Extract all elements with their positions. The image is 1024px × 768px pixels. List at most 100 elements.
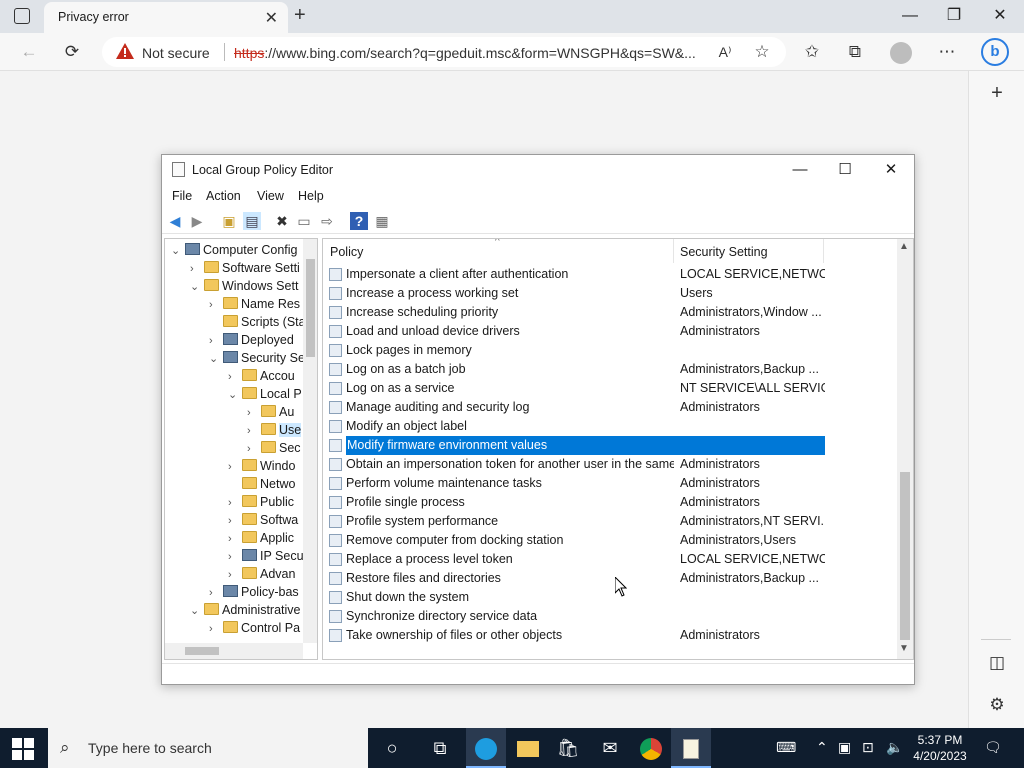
mail-icon[interactable]: ✉ [590, 728, 630, 768]
taskbar-search[interactable]: ⌕ Type here to search [48, 728, 368, 768]
up-folder-icon[interactable]: ▣ [220, 212, 238, 230]
collapse-arrow-icon[interactable]: ⌄ [190, 278, 202, 296]
scroll-up-icon[interactable]: ▲ [899, 241, 909, 252]
collections-icon[interactable]: ⧉ [840, 37, 870, 67]
gpe-minimize-icon[interactable]: — [778, 159, 822, 181]
tree-node[interactable]: › Name Res [209, 295, 300, 313]
gpe-title-bar[interactable]: Local Group Policy Editor — ☐ ✕ [162, 155, 914, 185]
read-aloud-icon[interactable]: A⁾ [710, 37, 740, 67]
policy-row[interactable]: Restore files and directories Administrat… [327, 569, 825, 588]
expand-arrow-icon[interactable]: › [209, 620, 221, 638]
menu-action[interactable]: Action [206, 189, 241, 203]
keyboard-icon[interactable]: ⌨ [776, 739, 796, 756]
tree-node[interactable]: ⌄ Computer Config [171, 241, 298, 259]
minimize-icon[interactable]: — [890, 4, 930, 28]
tree-node[interactable]: ⌄ Local P [228, 385, 302, 403]
show-hidden-icons[interactable]: ⌃ [816, 739, 828, 756]
policy-row[interactable]: Obtain an impersonation token for anothe… [327, 455, 825, 474]
policy-row[interactable]: Take ownership of files or other objects… [327, 626, 825, 645]
cortana-icon[interactable]: ○ [372, 728, 412, 768]
tree-node[interactable]: ⌄ Administrative [190, 601, 301, 619]
policy-row[interactable]: Profile system performance Administrators… [327, 512, 825, 531]
tree-node[interactable]: › IP Secu [228, 547, 304, 565]
expand-arrow-icon[interactable]: › [190, 260, 202, 278]
tab-actions-icon[interactable] [14, 8, 30, 24]
policy-row[interactable]: Perform volume maintenance tasks Administ… [327, 474, 825, 493]
tree-node[interactable]: › Windo [228, 457, 295, 475]
policy-row[interactable]: Increase scheduling priority Administrato… [327, 303, 825, 322]
new-tab-icon[interactable]: + [294, 4, 306, 27]
menu-file[interactable]: File [172, 189, 192, 203]
more-menu-icon[interactable]: ⋯ [932, 37, 962, 67]
extended-view-icon[interactable]: ▦ [373, 212, 391, 230]
tree-node[interactable]: ⌄ Security Se [209, 349, 305, 367]
task-view-icon[interactable]: ⧉ [420, 728, 460, 768]
gpedit-taskbar-icon[interactable] [671, 728, 711, 768]
chrome-icon[interactable] [631, 728, 671, 768]
tree-scroll-thumb[interactable] [306, 259, 315, 357]
tree-node[interactable]: › Au [247, 403, 294, 421]
expand-arrow-icon[interactable]: › [209, 296, 221, 314]
policy-row[interactable]: Log on as a batch job Administrators,Back… [327, 360, 825, 379]
security-status[interactable]: Not secure [142, 45, 210, 61]
menu-view[interactable]: View [257, 189, 284, 203]
bing-chat-icon[interactable]: b [980, 36, 1010, 66]
tree-node[interactable]: › Use [247, 421, 302, 440]
expand-arrow-icon[interactable]: › [228, 566, 240, 584]
policy-row[interactable]: Shut down the system [327, 588, 825, 607]
tree-node[interactable]: ⌄ Windows Sett [190, 277, 298, 295]
expand-arrow-icon[interactable]: › [228, 512, 240, 530]
policy-row[interactable]: Remove computer from docking station Admi… [327, 531, 825, 550]
store-icon[interactable]: 🛍 [548, 728, 588, 768]
scroll-thumb[interactable] [900, 472, 910, 640]
back-icon[interactable]: ← [14, 37, 44, 67]
browser-tab[interactable]: Privacy error ✕ [44, 2, 288, 33]
policy-row[interactable]: Modify firmware environment values [327, 436, 825, 455]
expand-arrow-icon[interactable]: › [228, 548, 240, 566]
expand-arrow-icon[interactable]: › [228, 368, 240, 386]
delete-icon[interactable]: ✖ [273, 212, 291, 230]
tree-node[interactable]: › Softwa [228, 511, 298, 529]
meet-now-icon[interactable]: ▣ [838, 739, 851, 756]
volume-icon[interactable]: 🔈 [886, 739, 903, 756]
collapse-arrow-icon[interactable]: ⌄ [228, 386, 240, 404]
column-security-setting[interactable]: Security Setting [680, 245, 768, 259]
tree-node[interactable]: Scripts (Sta [209, 313, 306, 331]
expand-arrow-icon[interactable]: › [228, 494, 240, 512]
collapse-arrow-icon[interactable]: ⌄ [171, 242, 183, 260]
column-policy[interactable]: Policy [330, 245, 363, 259]
tree-node[interactable]: › Software Setti [190, 259, 300, 277]
policy-row[interactable]: Impersonate a client after authenticatio… [327, 265, 825, 284]
close-tab-icon[interactable]: ✕ [265, 8, 278, 28]
file-explorer-icon[interactable] [508, 728, 548, 768]
collapse-arrow-icon[interactable]: ⌄ [190, 602, 202, 620]
tree-node[interactable]: › Deployed [209, 331, 294, 349]
tree-vertical-scrollbar[interactable] [303, 239, 317, 643]
network-icon[interactable]: ⊡ [862, 739, 874, 756]
expand-arrow-icon[interactable]: › [247, 422, 259, 440]
restore-icon[interactable]: ❐ [934, 4, 974, 28]
policy-row[interactable]: Increase a process working set Users [327, 284, 825, 303]
expand-arrow-icon[interactable]: › [209, 584, 221, 602]
edge-taskbar-icon[interactable] [466, 728, 506, 768]
policy-row[interactable]: Replace a process level token LOCAL SERVI… [327, 550, 825, 569]
policy-row[interactable]: Modify an object label [327, 417, 825, 436]
forward-arrow-icon[interactable]: ▶ [188, 212, 206, 230]
tree-node[interactable]: › Policy-bas [209, 583, 299, 601]
tree-node[interactable]: › Public [228, 493, 294, 511]
url-text[interactable]: https://www.bing.com/search?q=gpeduit.ms… [234, 45, 704, 61]
policy-row[interactable]: Lock pages in memory [327, 341, 825, 360]
collapse-arrow-icon[interactable]: ⌄ [209, 350, 221, 368]
list-vertical-scrollbar[interactable]: ▲ ▼ [897, 239, 913, 659]
notifications-icon[interactable]: 🗨 [984, 739, 1002, 756]
windows-start-icon[interactable] [12, 738, 34, 760]
tree-hscroll-thumb[interactable] [185, 647, 219, 655]
close-window-icon[interactable]: ✕ [980, 4, 1020, 28]
favorite-star-icon[interactable]: ☆ [747, 37, 777, 67]
show-hide-tree-icon[interactable]: ▤ [243, 212, 261, 230]
expand-arrow-icon[interactable]: › [247, 404, 259, 422]
policy-row[interactable]: Synchronize directory service data [327, 607, 825, 626]
expand-arrow-icon[interactable]: › [228, 530, 240, 548]
settings-gear-icon[interactable]: ⚙ [982, 690, 1012, 720]
add-sidebar-icon[interactable]: + [982, 78, 1012, 108]
